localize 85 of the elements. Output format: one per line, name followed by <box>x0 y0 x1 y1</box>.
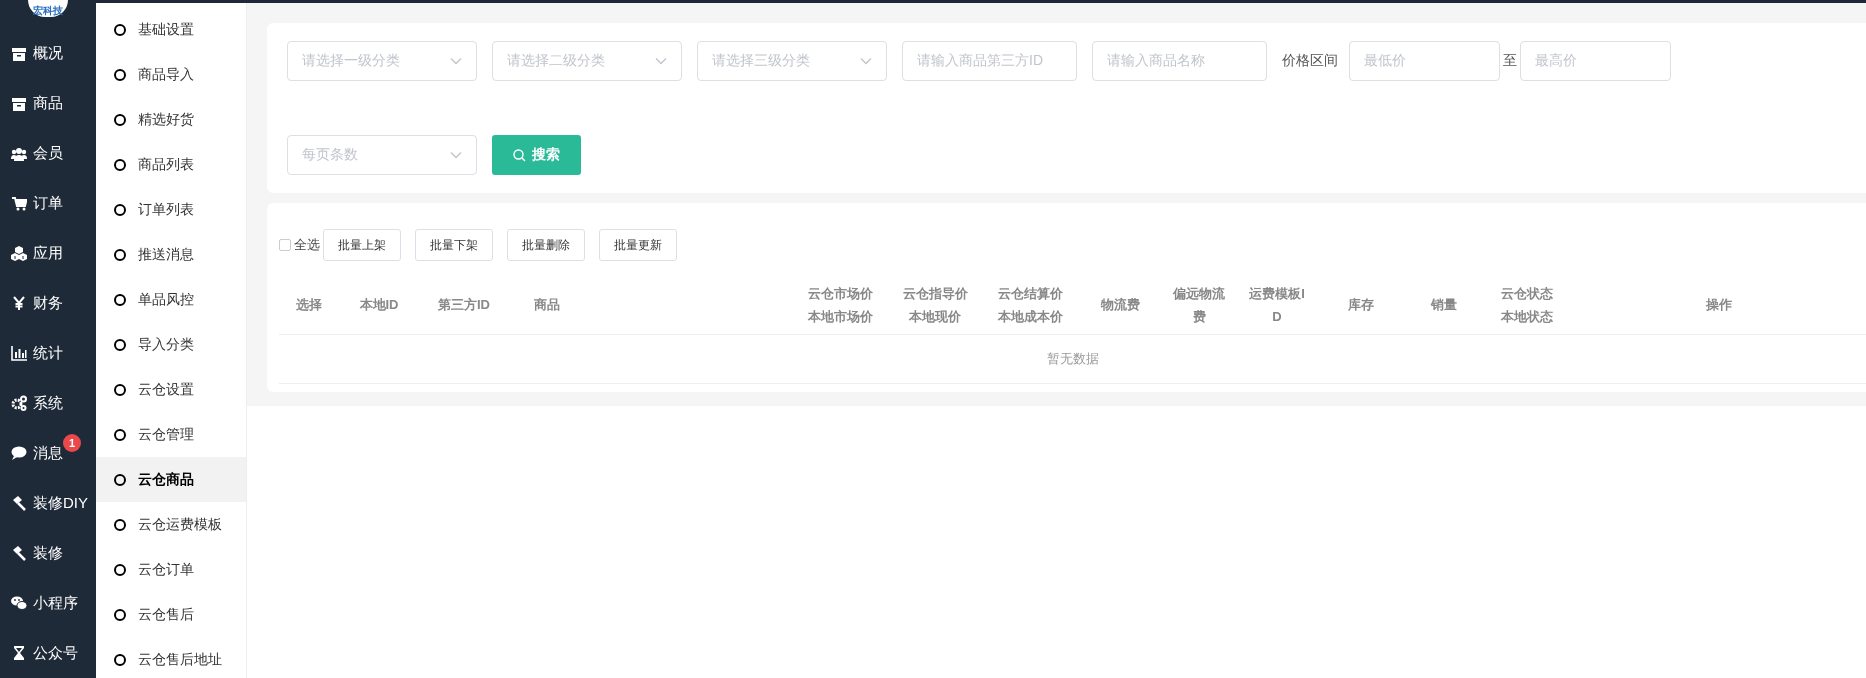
cubes-icon <box>11 245 27 262</box>
hammer-icon <box>11 495 27 512</box>
chevron-down-icon <box>450 57 462 65</box>
nav-item[interactable]: 公众号 <box>0 628 96 678</box>
submenu-item[interactable]: 精选好货 <box>96 97 246 142</box>
empty-message: 暂无数据 <box>1046 350 1099 368</box>
bulk-action-button[interactable]: 批量更新 <box>599 229 677 261</box>
column-header: 库存 <box>1347 296 1375 314</box>
nav-item[interactable]: 财务 <box>0 278 96 329</box>
column-header: 物流费 <box>1099 296 1141 314</box>
column-header: 云仓结算价 本地成本价 <box>996 284 1064 326</box>
nav-item[interactable]: 商品 <box>0 78 96 129</box>
hourglass-icon <box>11 645 27 662</box>
gears-icon <box>11 395 27 412</box>
submenu-item[interactable]: 云仓管理 <box>96 412 246 457</box>
circle-icon <box>114 608 126 621</box>
chevron-down-icon <box>655 57 667 65</box>
hammer-icon <box>11 545 27 562</box>
column-header: 云仓状态 本地状态 <box>1500 284 1554 326</box>
submenu-item[interactable]: 云仓订单 <box>96 547 246 592</box>
column-header: 选择 <box>295 296 323 314</box>
column-header: 偏远物流 费 <box>1171 284 1226 326</box>
submenu-item[interactable]: 云仓售后地址 <box>96 637 246 678</box>
bulk-action-button[interactable]: 批量删除 <box>507 229 585 261</box>
circle-icon <box>114 428 126 441</box>
submenu-item[interactable]: 订单列表 <box>96 187 246 232</box>
submenu-item[interactable]: 云仓售后 <box>96 592 246 637</box>
archive-box-icon <box>11 95 27 112</box>
column-header: 运费模板I D <box>1248 284 1306 326</box>
nav-item[interactable]: 系统 <box>0 378 96 429</box>
circle-icon <box>114 338 126 351</box>
circle-icon <box>114 158 126 171</box>
column-header: 商品 <box>533 296 561 314</box>
range-separator: 至 <box>1503 52 1517 70</box>
submenu-item[interactable]: 云仓商品 <box>96 457 246 502</box>
select-all-checkbox[interactable]: 全选 <box>279 236 320 254</box>
column-header: 第三方ID <box>437 296 491 314</box>
chevron-down-icon <box>450 151 462 159</box>
circle-icon <box>114 473 126 486</box>
nav-item[interactable]: 统计 <box>0 328 96 379</box>
bulk-action-button[interactable]: 批量下架 <box>415 229 493 261</box>
nav-item[interactable]: 小程序 <box>0 578 96 629</box>
bulk-action-button[interactable]: 批量上架 <box>323 229 401 261</box>
submenu-item[interactable]: 商品导入 <box>96 52 246 97</box>
circle-icon <box>114 203 126 216</box>
chevron-down-icon <box>860 57 872 65</box>
yen-icon <box>11 295 27 312</box>
circle-icon <box>114 23 126 36</box>
submenu-item[interactable]: 商品列表 <box>96 142 246 187</box>
nav-item[interactable]: 消息 1 <box>0 428 96 479</box>
chat-bubbles-icon <box>11 595 27 612</box>
count-badge: 1 <box>63 434 81 453</box>
field-label: 价格区间 <box>1282 52 1338 70</box>
column-header: 操作 <box>1704 296 1733 314</box>
cart-icon <box>11 195 27 212</box>
column-header: 云仓指导价 本地现价 <box>901 284 969 326</box>
circle-icon <box>114 113 126 126</box>
submenu-item[interactable]: 单品风控 <box>96 277 246 322</box>
users-icon <box>11 145 27 162</box>
nav-item[interactable]: 装修 <box>0 528 96 579</box>
logo: 宏科技 <box>28 0 68 17</box>
circle-icon <box>114 68 126 81</box>
circle-icon <box>114 383 126 396</box>
circle-icon <box>114 563 126 576</box>
circle-icon <box>114 293 126 306</box>
nav-item[interactable]: 订单 <box>0 178 96 229</box>
circle-icon <box>114 248 126 261</box>
nav-item[interactable]: 概况 <box>0 28 96 79</box>
column-header: 本地ID <box>358 296 400 314</box>
nav-item[interactable]: 会员 <box>0 128 96 179</box>
search-icon <box>513 148 526 162</box>
submenu-item[interactable]: 推送消息 <box>96 232 246 277</box>
column-header: 销量 <box>1429 296 1458 314</box>
column-header: 云仓市场价 本地市场价 <box>806 284 874 326</box>
nav-item[interactable]: 应用 <box>0 228 96 279</box>
circle-icon <box>114 653 126 666</box>
bar-chart-icon <box>11 345 27 362</box>
circle-icon <box>114 518 126 531</box>
nav-item[interactable]: 装修DIY <box>0 478 96 529</box>
submenu-item[interactable]: 云仓设置 <box>96 367 246 412</box>
submenu-item[interactable]: 云仓运费模板 <box>96 502 246 547</box>
submenu-item[interactable]: 导入分类 <box>96 322 246 367</box>
submenu-item[interactable]: 基础设置 <box>96 7 246 52</box>
speech-bubble-icon <box>11 445 27 462</box>
archive-box-icon <box>11 45 27 62</box>
